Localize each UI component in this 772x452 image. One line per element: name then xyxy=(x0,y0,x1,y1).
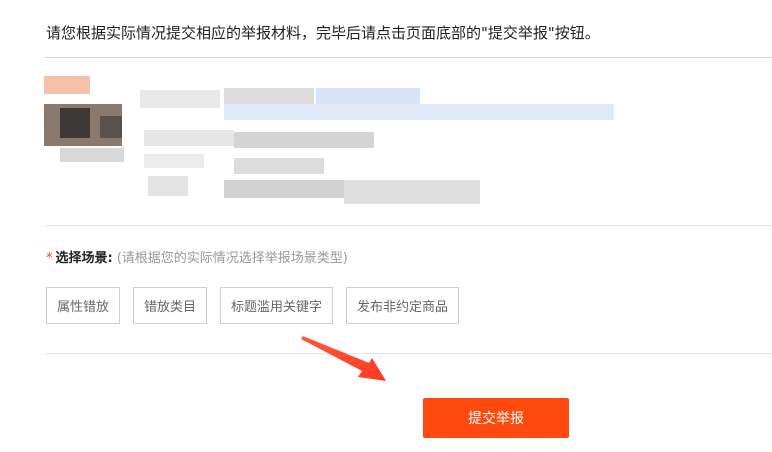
divider-bottom xyxy=(45,353,772,354)
scene-option-attribute-misplaced[interactable]: 属性错放 xyxy=(46,287,120,324)
scene-option-non-agreed-product[interactable]: 发布非约定商品 xyxy=(346,287,459,324)
scene-option-category-misplaced[interactable]: 错放类目 xyxy=(133,287,207,324)
scene-hint: (请根据您的实际情况选择举报场景类型) xyxy=(116,251,348,266)
divider-top xyxy=(45,57,772,58)
instruction-text: 请您根据实际情况提交相应的举报材料，完毕后请点击页面底部的"提交举报"按钮。 xyxy=(46,24,600,42)
red-arrow-annotation xyxy=(301,336,386,381)
submit-report-button[interactable]: 提交举报 xyxy=(423,398,569,438)
scene-selector-header: * 选择场景: (请根据您的实际情况选择举报场景类型) xyxy=(46,247,348,266)
scene-label: 选择场景: xyxy=(55,251,113,266)
required-mark: * xyxy=(46,251,53,266)
blurred-product-info xyxy=(44,76,624,216)
report-form-page: 请您根据实际情况提交相应的举报材料，完毕后请点击页面底部的"提交举报"按钮。 *… xyxy=(0,0,772,452)
scene-option-title-keyword-abuse[interactable]: 标题滥用关键字 xyxy=(220,287,333,324)
divider-middle xyxy=(45,225,772,226)
